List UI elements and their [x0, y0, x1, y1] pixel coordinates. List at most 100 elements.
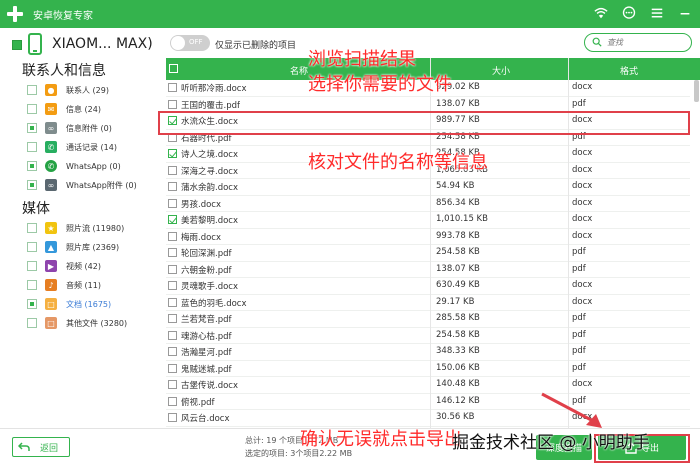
row-checkbox[interactable] — [168, 413, 177, 422]
file-format: docx — [572, 164, 593, 175]
sidebar-item-photo-library[interactable]: ▲ 照片库 (2369) — [27, 239, 157, 255]
search-input[interactable] — [607, 36, 687, 49]
toggle-label: 仅显示已删除的项目 — [215, 41, 297, 51]
row-checkbox[interactable] — [168, 198, 177, 208]
row-checkbox[interactable] — [168, 330, 177, 340]
file-size: 993.78 KB — [436, 230, 480, 241]
table-row[interactable]: 浩瀚星河.pdf 348.33 KB pdf — [166, 344, 690, 361]
row-checkbox[interactable] — [168, 264, 177, 274]
table-scrollbar[interactable] — [694, 80, 699, 102]
row-checkbox[interactable] — [168, 165, 177, 175]
file-format: pdf — [572, 98, 586, 109]
row-checkbox[interactable] — [168, 380, 177, 389]
back-button[interactable]: 返回 — [12, 437, 70, 457]
app-logo-icon — [7, 6, 23, 22]
row-checkbox[interactable] — [168, 396, 177, 406]
column-header-name[interactable]: 名称 — [290, 64, 308, 77]
checkbox[interactable] — [27, 223, 37, 233]
row-checkbox[interactable] — [168, 297, 177, 307]
row-checkbox[interactable] — [168, 231, 177, 241]
sidebar-item-other-files[interactable]: □ 其他文件 (3280) — [27, 315, 157, 331]
sidebar-item-whatsapp[interactable]: ✆ WhatsApp (0) — [27, 158, 157, 174]
checkbox[interactable] — [27, 104, 37, 114]
row-checkbox[interactable] — [168, 363, 177, 373]
sidebar-item-photo-stream[interactable]: ★ 照片流 (11980) — [27, 220, 157, 236]
table-row[interactable]: 鬼贼迷城.pdf 150.06 KB pdf — [166, 361, 690, 377]
checkbox[interactable] — [27, 299, 37, 309]
table-row[interactable]: 梅雨.docx 993.78 KB docx — [166, 229, 690, 245]
sidebar-item-message-attachments[interactable]: ∞ 信息附件 (0) — [27, 120, 157, 136]
whatsapp-icon: ✆ — [45, 160, 57, 172]
sidebar-item-label: 联系人 (29) — [66, 85, 109, 95]
file-format: pdf — [572, 346, 586, 356]
sidebar-item-label: 信息附件 (0) — [66, 123, 112, 133]
minimize-icon[interactable] — [676, 4, 694, 22]
file-name: 鬼贼迷城.pdf — [181, 364, 232, 375]
sidebar-item-messages[interactable]: ✉ 信息 (24) — [27, 101, 157, 117]
select-all-checkbox[interactable] — [169, 64, 178, 73]
row-checkbox[interactable] — [168, 149, 177, 158]
file-name: 兰若梵音.pdf — [181, 315, 232, 325]
file-name: 深海之寻.docx — [181, 166, 239, 177]
row-checkbox[interactable] — [168, 248, 177, 257]
checkbox[interactable] — [27, 123, 37, 133]
checkbox[interactable] — [27, 180, 37, 190]
row-checkbox[interactable] — [168, 99, 177, 109]
checkbox[interactable] — [27, 318, 37, 328]
table-row[interactable]: 蓝色的羽毛.docx 29.17 KB docx — [166, 295, 690, 311]
sidebar-item-video[interactable]: ▶ 视频 (42) — [27, 258, 157, 274]
checkbox[interactable] — [27, 242, 37, 252]
table-row[interactable]: 灵魂歌手.docx 630.49 KB docx — [166, 278, 690, 295]
column-header-format[interactable]: 格式 — [620, 64, 638, 77]
table-row[interactable]: 俯视.pdf 146.12 KB pdf — [166, 394, 690, 410]
row-checkbox[interactable] — [168, 281, 177, 290]
table-row[interactable]: 古堡传说.docx 140.48 KB docx — [166, 377, 690, 394]
deleted-only-toggle[interactable]: OFF — [170, 35, 210, 51]
table-row[interactable]: 蒲水余韵.docx 54.94 KB docx — [166, 179, 690, 196]
table-row[interactable]: 男孩.docx 856.34 KB docx — [166, 196, 690, 212]
table-row[interactable]: 美若黎明.docx 1,010.15 KB docx — [166, 212, 690, 229]
photo-stream-icon: ★ — [45, 222, 57, 234]
phone-icon — [28, 33, 42, 55]
table-row[interactable]: 魂游心枯.pdf 254.58 KB pdf — [166, 328, 690, 344]
file-name: 蒲水余韵.docx — [181, 183, 239, 193]
highlight-box — [158, 111, 690, 135]
checkbox[interactable] — [27, 142, 37, 152]
file-format: docx — [572, 280, 593, 290]
sidebar-item-call-log[interactable]: ✆ 通话记录 (14) — [27, 139, 157, 155]
row-checkbox[interactable] — [168, 215, 177, 224]
file-name: 轮回深渊.pdf — [181, 249, 232, 259]
sidebar-item-label: 其他文件 (3280) — [66, 318, 128, 328]
file-name: 六朝金粉.pdf — [181, 265, 232, 276]
table-row[interactable]: 六朝金粉.pdf 138.07 KB pdf — [166, 262, 690, 278]
row-checkbox[interactable] — [168, 347, 177, 356]
sidebar-item-whatsapp-attachments[interactable]: ∞ WhatsApp附件 (0) — [27, 177, 157, 193]
file-format: pdf — [572, 313, 586, 323]
sidebar-item-contacts[interactable]: ● 联系人 (29) — [27, 82, 157, 98]
section-title-media: 媒体 — [22, 201, 50, 217]
device-checkbox[interactable] — [12, 40, 22, 50]
column-header-size[interactable]: 大小 — [492, 64, 510, 77]
checkbox[interactable] — [27, 280, 37, 290]
sidebar-item-documents[interactable]: □ 文档 (1675) — [27, 296, 157, 312]
table-row[interactable]: 轮回深渊.pdf 254.58 KB pdf — [166, 245, 690, 262]
sidebar-item-label: 信息 (24) — [66, 104, 101, 114]
file-format: pdf — [572, 329, 586, 340]
menu-icon[interactable] — [648, 4, 666, 22]
file-format: docx — [572, 148, 593, 158]
table-row[interactable]: 兰若梵音.pdf 285.58 KB pdf — [166, 311, 690, 328]
sidebar-item-label: 照片库 (2369) — [66, 242, 120, 252]
row-checkbox[interactable] — [168, 83, 177, 92]
title-bar: 安卓恢复专家 — [0, 0, 700, 28]
chat-icon[interactable] — [620, 4, 638, 22]
checkbox[interactable] — [27, 161, 37, 171]
row-checkbox[interactable] — [168, 314, 177, 323]
sidebar-item-audio[interactable]: ♪ 音频 (11) — [27, 277, 157, 293]
row-checkbox[interactable] — [168, 182, 177, 191]
wifi-icon[interactable] — [592, 4, 610, 22]
checkbox[interactable] — [27, 85, 37, 95]
file-format: docx — [572, 82, 593, 92]
search-box[interactable] — [584, 33, 692, 52]
checkbox[interactable] — [27, 261, 37, 271]
app-title: 安卓恢复专家 — [33, 10, 93, 22]
